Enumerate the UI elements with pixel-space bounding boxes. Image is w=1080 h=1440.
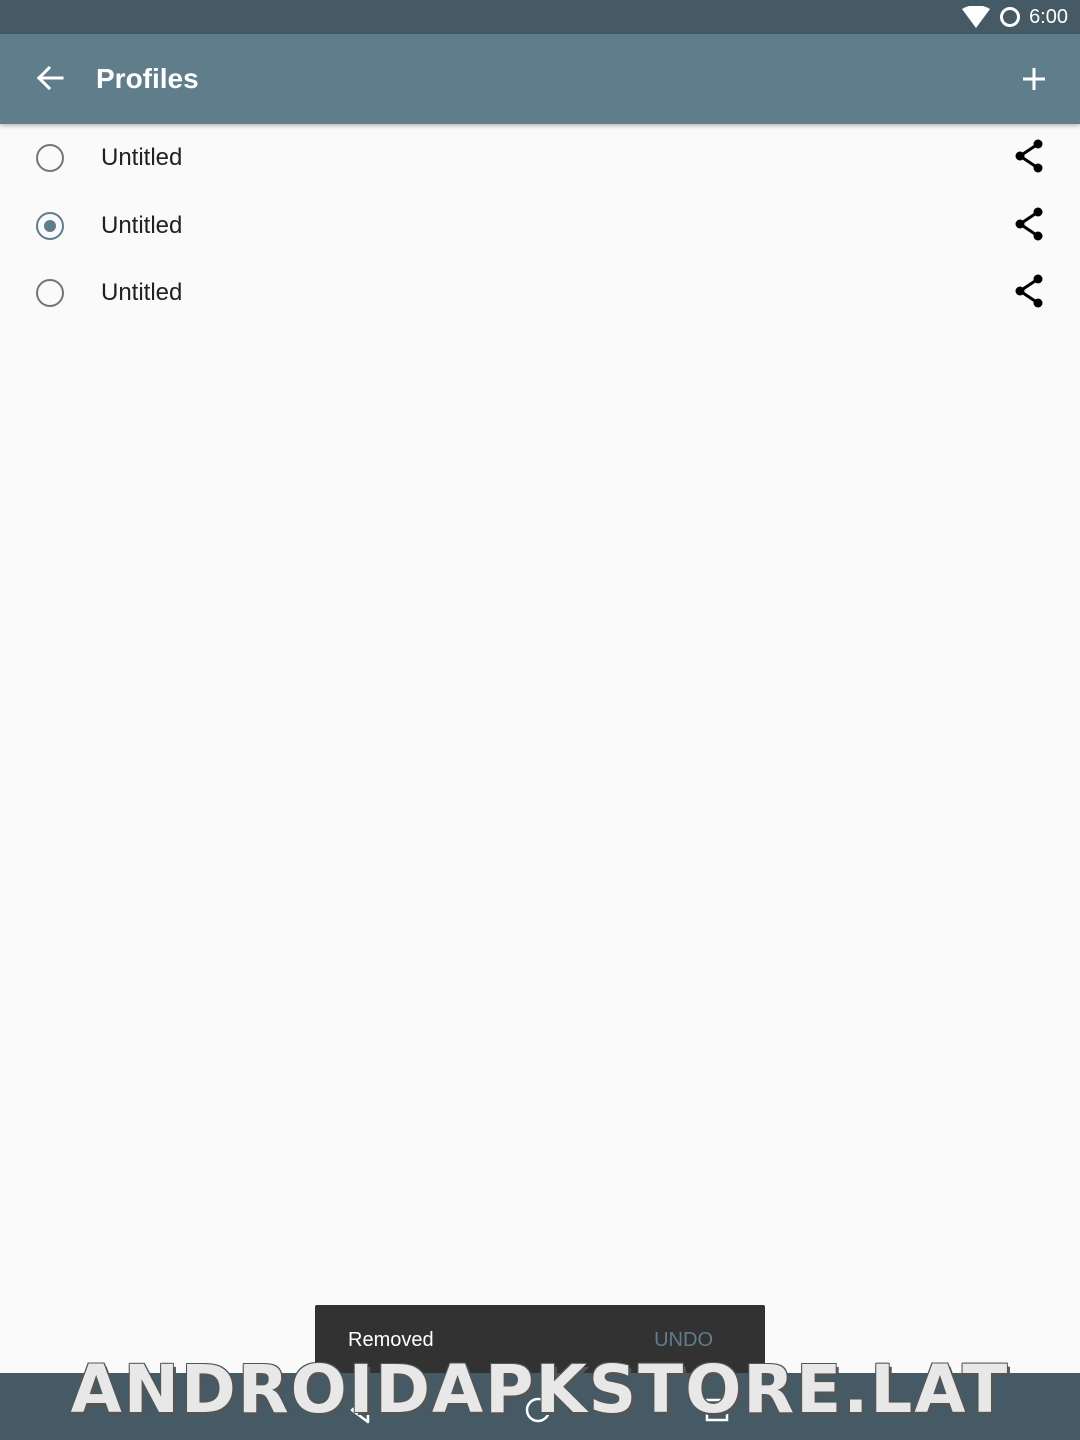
profile-radio-selected[interactable] [36, 211, 64, 240]
profile-label: Untitled [101, 211, 183, 239]
profile-list: Untitled Untitled Untitled [0, 124, 1080, 327]
sync-icon [1000, 7, 1020, 27]
nav-home-icon[interactable] [518, 1390, 558, 1430]
nav-back-icon[interactable] [340, 1390, 380, 1430]
add-icon[interactable] [1010, 55, 1058, 103]
snackbar: Removed UNDO [315, 1305, 765, 1375]
profile-row[interactable]: Untitled [0, 124, 1080, 192]
profile-row[interactable]: Untitled [0, 192, 1080, 260]
undo-button[interactable]: UNDO [654, 1327, 713, 1353]
profile-radio[interactable] [36, 279, 64, 307]
status-time: 6:00 [1029, 6, 1068, 28]
share-icon[interactable] [1011, 273, 1047, 309]
app-bar: Profiles [0, 34, 1080, 124]
profile-radio[interactable] [36, 144, 64, 172]
profile-label: Untitled [101, 279, 183, 306]
share-icon[interactable] [1011, 138, 1047, 174]
nav-recents-icon[interactable] [697, 1390, 737, 1430]
navigation-bar [0, 1373, 1080, 1440]
share-icon[interactable] [1011, 206, 1047, 242]
profile-row[interactable]: Untitled [0, 259, 1080, 327]
arrow-back-icon[interactable] [24, 55, 72, 103]
page-title: Profiles [96, 63, 199, 94]
wifi-icon [962, 6, 990, 28]
status-bar: 6:00 [0, 0, 1080, 34]
snackbar-message: Removed [348, 1329, 434, 1351]
profile-label: Untitled [101, 144, 183, 171]
